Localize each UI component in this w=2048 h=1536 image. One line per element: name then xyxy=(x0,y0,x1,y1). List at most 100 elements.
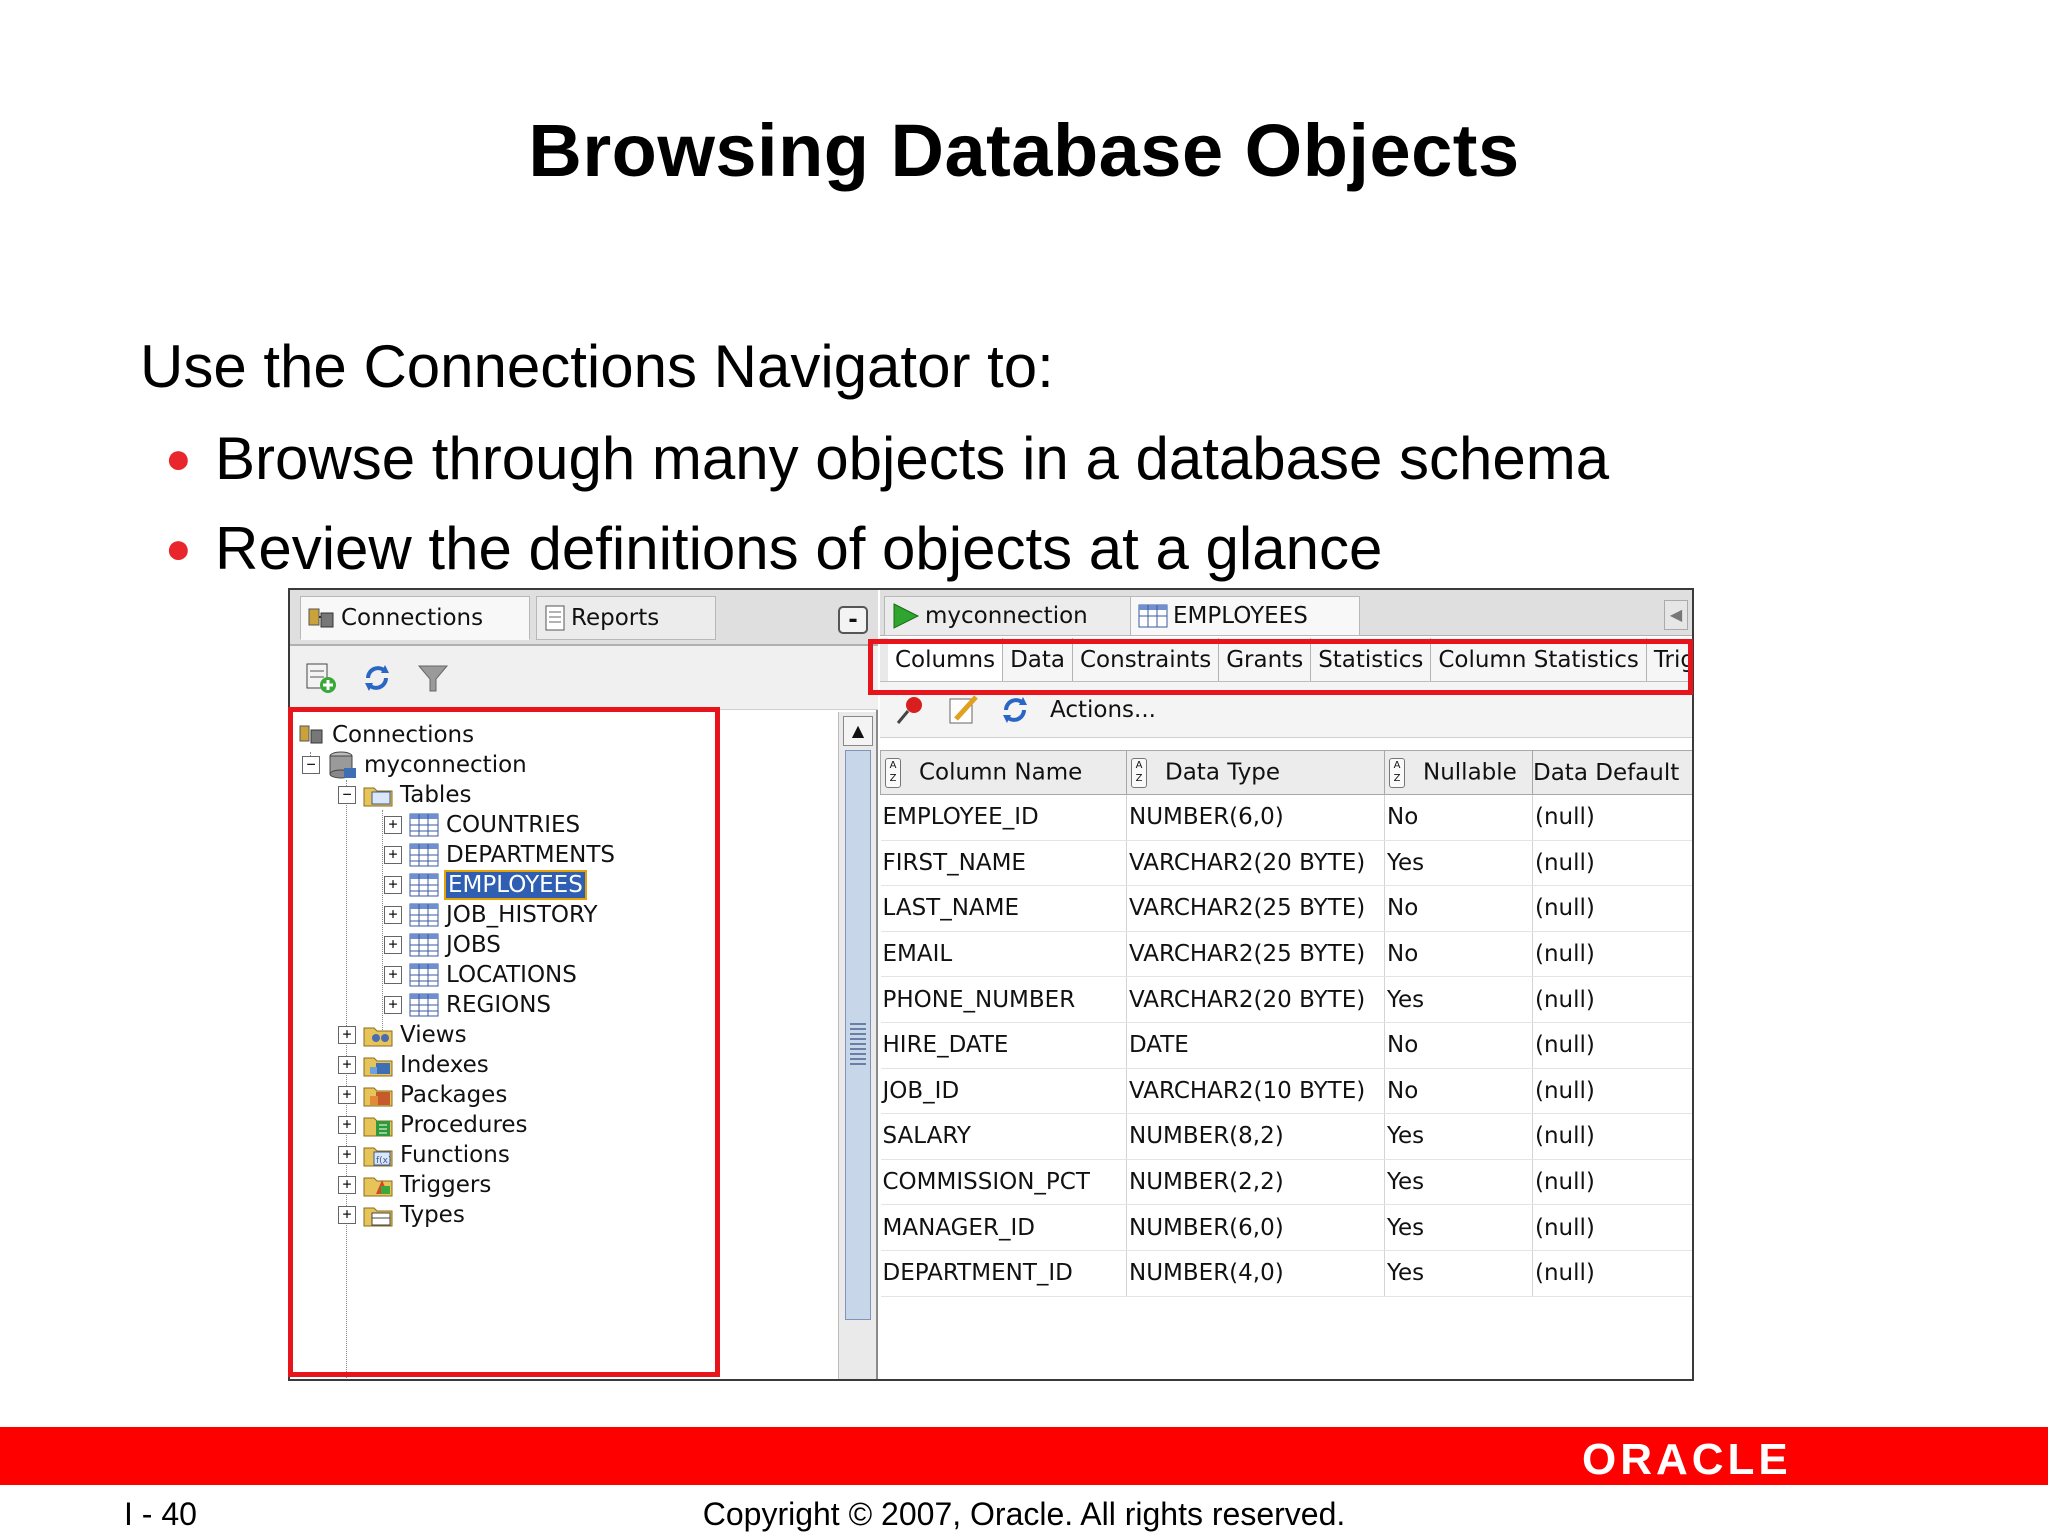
table-row[interactable]: EMPLOYEE_ID NUMBER(6,0) No (null) xyxy=(880,794,1692,841)
scroll-thumb[interactable] xyxy=(845,750,871,1320)
tab-connections[interactable]: Connections xyxy=(300,596,530,640)
header-label: Column Name xyxy=(919,759,1083,785)
grid-cell[interactable]: (null) xyxy=(1532,794,1692,841)
grid-cell[interactable]: DATE xyxy=(1126,1022,1385,1069)
grid-cell[interactable]: (null) xyxy=(1532,931,1692,978)
sort-icon[interactable]: AZ xyxy=(1131,757,1147,788)
grid-cell[interactable]: (null) xyxy=(1532,1113,1692,1160)
grid-cell[interactable]: Yes xyxy=(1384,1113,1533,1160)
object-viewer: myconnection EMPLOYEES ◀ Columns Data Co… xyxy=(880,590,1692,1379)
grid-cell[interactable]: No xyxy=(1384,885,1533,932)
scroll-tabs-left-icon[interactable]: ◀ xyxy=(1664,600,1688,630)
grid-header-column-name[interactable]: A Z Column Name xyxy=(880,750,1127,795)
table-row[interactable]: PHONE_NUMBER VARCHAR2(20 BYTE) Yes (null) xyxy=(880,976,1692,1023)
run-icon xyxy=(891,602,921,630)
edit-icon[interactable] xyxy=(946,693,980,727)
grip-icon xyxy=(850,1021,866,1065)
tab-label: Connections xyxy=(341,605,484,631)
grid-cell[interactable]: VARCHAR2(20 BYTE) xyxy=(1126,976,1385,1023)
header-label: Data Type xyxy=(1165,759,1281,785)
table-row[interactable]: HIRE_DATE DATE No (null) xyxy=(880,1022,1692,1069)
doc-tab-employees[interactable]: EMPLOYEES xyxy=(1130,596,1360,636)
grid-cell[interactable]: NUMBER(4,0) xyxy=(1126,1250,1385,1297)
grid-cell[interactable]: JOB_ID xyxy=(880,1068,1127,1115)
pin-icon[interactable] xyxy=(894,693,928,727)
sort-icon[interactable]: AZ xyxy=(1389,757,1405,788)
grid-cell[interactable]: EMAIL xyxy=(880,931,1127,978)
page-number: I - 40 xyxy=(124,1496,197,1532)
grid-cell[interactable]: No xyxy=(1384,931,1533,978)
bullet-dot-icon: ● xyxy=(165,433,192,483)
grid-cell[interactable]: NUMBER(6,0) xyxy=(1126,794,1385,841)
highlight-box-tree xyxy=(288,707,720,1377)
grid-header-nullable[interactable]: A Z Nullable xyxy=(1384,750,1533,795)
reports-icon xyxy=(543,604,567,632)
grid-cell[interactable]: Yes xyxy=(1384,1159,1533,1206)
grid-cell[interactable]: PHONE_NUMBER xyxy=(880,976,1127,1023)
grid-cell[interactable]: No xyxy=(1384,1068,1533,1115)
grid-cell[interactable]: (null) xyxy=(1532,1204,1692,1251)
bullet-item: ● Browse through many objects in a datab… xyxy=(165,424,1609,493)
grid-cell[interactable]: VARCHAR2(20 BYTE) xyxy=(1126,840,1385,887)
table-row[interactable]: COMMISSION_PCT NUMBER(2,2) Yes (null) xyxy=(880,1159,1692,1206)
grid-cell[interactable]: DEPARTMENT_ID xyxy=(880,1250,1127,1297)
connections-icon xyxy=(307,605,337,631)
scroll-up-icon[interactable]: ▲ xyxy=(843,716,873,746)
table-row[interactable]: MANAGER_ID NUMBER(6,0) Yes (null) xyxy=(880,1204,1692,1251)
header-label: Data Default xyxy=(1533,759,1680,786)
grid-cell[interactable]: (null) xyxy=(1532,976,1692,1023)
navigator-tab-strip: Connections Reports - xyxy=(290,590,878,646)
table-row[interactable]: DEPARTMENT_ID NUMBER(4,0) Yes (null) xyxy=(880,1250,1692,1297)
grid-cell[interactable]: Yes xyxy=(1384,840,1533,887)
columns-grid: A Z Column Name A Z Data Type A Z Nullable Dat… xyxy=(880,750,1692,1297)
grid-cell[interactable]: (null) xyxy=(1532,1022,1692,1069)
refresh-icon[interactable] xyxy=(998,693,1032,727)
doc-tab-myconnection[interactable]: myconnection xyxy=(884,596,1132,636)
table-row[interactable]: EMAIL VARCHAR2(25 BYTE) No (null) xyxy=(880,931,1692,978)
grid-cell[interactable]: (null) xyxy=(1532,1068,1692,1115)
minimize-button[interactable]: - xyxy=(838,606,868,634)
grid-cell[interactable]: EMPLOYEE_ID xyxy=(880,794,1127,841)
grid-header-data-default[interactable]: Data Default xyxy=(1532,750,1692,795)
navigator-toolbar xyxy=(290,646,878,710)
grid-cell[interactable]: NUMBER(2,2) xyxy=(1126,1159,1385,1206)
grid-cell[interactable]: NUMBER(8,2) xyxy=(1126,1113,1385,1160)
grid-cell[interactable]: NUMBER(6,0) xyxy=(1126,1204,1385,1251)
grid-cell[interactable]: HIRE_DATE xyxy=(880,1022,1127,1069)
grid-cell[interactable]: FIRST_NAME xyxy=(880,840,1127,887)
tab-label: EMPLOYEES xyxy=(1173,603,1308,629)
grid-cell[interactable]: Yes xyxy=(1384,976,1533,1023)
grid-cell[interactable]: VARCHAR2(10 BYTE) xyxy=(1126,1068,1385,1115)
grid-cell[interactable]: SALARY xyxy=(880,1113,1127,1160)
grid-cell[interactable]: (null) xyxy=(1532,1159,1692,1206)
table-row[interactable]: LAST_NAME VARCHAR2(25 BYTE) No (null) xyxy=(880,885,1692,932)
grid-cell[interactable]: VARCHAR2(25 BYTE) xyxy=(1126,885,1385,932)
add-connection-icon[interactable] xyxy=(304,661,338,695)
bullet-dot-icon: ● xyxy=(165,523,192,573)
grid-cell[interactable]: LAST_NAME xyxy=(880,885,1127,932)
grid-cell[interactable]: VARCHAR2(25 BYTE) xyxy=(1126,931,1385,978)
grid-cell[interactable]: No xyxy=(1384,794,1533,841)
filter-icon[interactable] xyxy=(416,661,450,695)
bullet-text: Review the definitions of objects at a g… xyxy=(215,515,1383,582)
grid-cell[interactable]: (null) xyxy=(1532,885,1692,932)
tree-scrollbar[interactable]: ▲ xyxy=(838,712,876,1379)
table-row[interactable]: JOB_ID VARCHAR2(10 BYTE) No (null) xyxy=(880,1068,1692,1115)
table-row[interactable]: SALARY NUMBER(8,2) Yes (null) xyxy=(880,1113,1692,1160)
grid-cell[interactable]: COMMISSION_PCT xyxy=(880,1159,1127,1206)
grid-cell[interactable]: MANAGER_ID xyxy=(880,1204,1127,1251)
slide-title: Browsing Database Objects xyxy=(528,109,1520,192)
grid-cell[interactable]: No xyxy=(1384,1022,1533,1069)
refresh-icon[interactable] xyxy=(360,661,394,695)
grid-cell[interactable]: (null) xyxy=(1532,1250,1692,1297)
actions-menu[interactable]: Actions... xyxy=(1050,697,1156,723)
grid-cell[interactable]: (null) xyxy=(1532,840,1692,887)
grid-header-data-type[interactable]: A Z Data Type xyxy=(1126,750,1385,795)
tab-reports[interactable]: Reports xyxy=(536,596,716,640)
bullet-item: ● Review the definitions of objects at a… xyxy=(165,514,1382,583)
sort-icon[interactable]: AZ xyxy=(885,757,901,788)
grid-cell[interactable]: Yes xyxy=(1384,1250,1533,1297)
highlight-box-subtabs xyxy=(868,639,1693,695)
grid-cell[interactable]: Yes xyxy=(1384,1204,1533,1251)
table-row[interactable]: FIRST_NAME VARCHAR2(20 BYTE) Yes (null) xyxy=(880,840,1692,887)
